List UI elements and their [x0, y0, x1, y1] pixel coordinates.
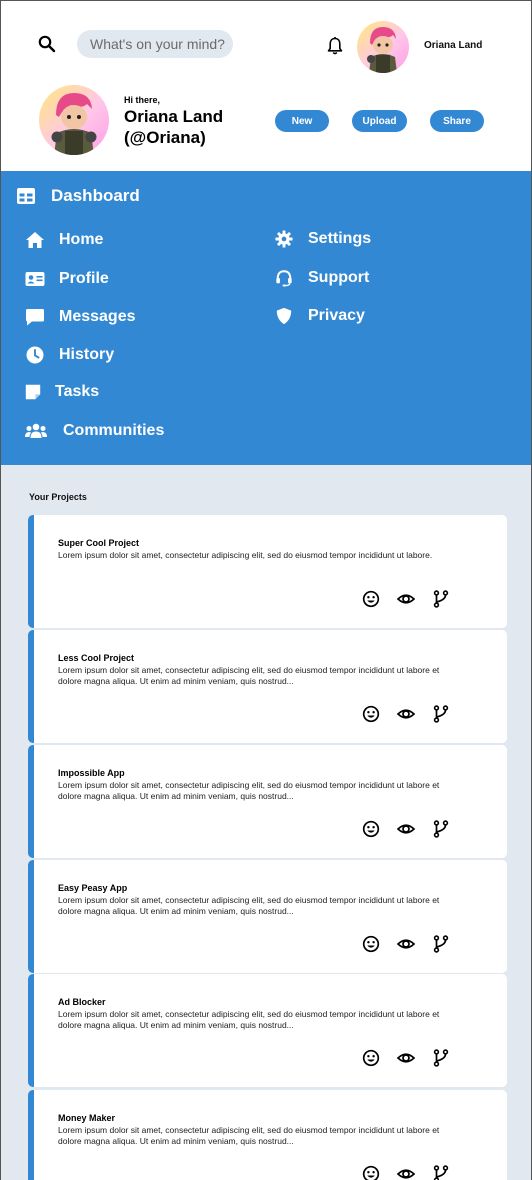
sidebar-item-label: Dashboard [51, 186, 140, 205]
project-actions [362, 1165, 467, 1180]
message-icon [26, 309, 44, 326]
project-title: Super Cool Project [58, 538, 140, 548]
project-card[interactable]: Impossible App Lorem ipsum dolor sit amet… [28, 745, 507, 858]
sidebar-item-home[interactable]: Home [25, 230, 103, 250]
sidebar-item-dashboard[interactable]: Dashboard [17, 186, 140, 206]
react-icon[interactable] [362, 705, 380, 723]
bell-icon[interactable] [326, 36, 344, 56]
project-title: Easy Peasy App [58, 883, 128, 893]
gear-icon [275, 230, 293, 248]
project-actions [362, 935, 467, 953]
eye-icon[interactable] [397, 820, 415, 838]
sidebar-item-label: Settings [308, 230, 372, 247]
sidebar-item-label: Communities [63, 422, 165, 439]
project-card[interactable]: Ad Blocker Lorem ipsum dolor sit amet, co… [28, 974, 507, 1087]
sticky-note-icon [25, 384, 41, 400]
sidebar-item-settings[interactable]: Settings [275, 230, 371, 248]
search-icon[interactable] [38, 35, 56, 53]
fork-icon[interactable] [432, 820, 450, 838]
sidebar-item-label: Home [59, 231, 104, 248]
project-actions [362, 590, 467, 608]
sidebar-nav: Dashboard Home Profile Messages History [1, 171, 531, 465]
home-icon [26, 232, 44, 248]
project-title: Impossible App [58, 768, 125, 778]
new-button[interactable]: New [275, 110, 329, 132]
eye-icon[interactable] [397, 935, 415, 953]
project-actions [362, 705, 467, 723]
project-card[interactable]: Less Cool Project Lorem ipsum dolor sit a… [28, 630, 507, 743]
sidebar-item-label: Profile [59, 270, 109, 287]
sidebar-item-history[interactable]: History [25, 345, 114, 365]
projects-heading: Your Projects [29, 492, 87, 502]
top-header: Oriana Land Hi there, Oriana Land (@Oria… [1, 1, 531, 171]
sidebar-item-tasks[interactable]: Tasks [25, 383, 99, 401]
project-description: Lorem ipsum dolor sit amet, consectetur … [58, 1125, 440, 1146]
avatar[interactable] [357, 21, 409, 73]
id-card-icon [25, 272, 45, 286]
project-description: Lorem ipsum dolor sit amet, consectetur … [58, 895, 440, 916]
sidebar-item-label: History [59, 346, 115, 363]
sidebar-item-label: Messages [59, 308, 136, 325]
react-icon[interactable] [362, 820, 380, 838]
profile-display-name: Oriana Land (@Oriana) [124, 107, 224, 147]
project-card[interactable]: Easy Peasy App Lorem ipsum dolor sit amet… [28, 860, 507, 973]
greeting-text: Hi there, [124, 95, 161, 105]
eye-icon[interactable] [397, 590, 415, 608]
upload-button[interactable]: Upload [352, 110, 407, 132]
fork-icon[interactable] [432, 705, 450, 723]
header-user-name: Oriana Land [424, 40, 483, 51]
react-icon[interactable] [362, 1049, 380, 1067]
project-actions [362, 820, 467, 838]
sidebar-item-label: Privacy [308, 307, 365, 324]
react-icon[interactable] [362, 1165, 380, 1180]
fork-icon[interactable] [432, 1165, 450, 1180]
fork-icon[interactable] [432, 1049, 450, 1067]
sidebar-item-messages[interactable]: Messages [25, 307, 136, 327]
sidebar-item-label: Support [308, 269, 370, 286]
shield-icon [276, 307, 292, 325]
sidebar-item-privacy[interactable]: Privacy [275, 307, 365, 325]
react-icon[interactable] [362, 935, 380, 953]
project-card[interactable]: Money Maker Lorem ipsum dolor sit amet, c… [28, 1090, 507, 1180]
project-title: Less Cool Project [58, 653, 135, 663]
project-actions [362, 1049, 467, 1067]
share-button[interactable]: Share [430, 110, 484, 132]
sidebar-item-support[interactable]: Support [275, 269, 369, 287]
project-title: Money Maker [58, 1113, 116, 1123]
eye-icon[interactable] [397, 1165, 415, 1180]
sidebar-item-profile[interactable]: Profile [25, 269, 109, 289]
project-description: Lorem ipsum dolor sit amet, consectetur … [58, 550, 433, 560]
profile-avatar [39, 85, 109, 155]
sidebar-item-label: Tasks [55, 383, 100, 400]
project-description: Lorem ipsum dolor sit amet, consectetur … [58, 665, 440, 686]
react-icon[interactable] [362, 590, 380, 608]
project-description: Lorem ipsum dolor sit amet, consectetur … [58, 1009, 440, 1030]
fork-icon[interactable] [432, 590, 450, 608]
dashboard-icon [17, 188, 35, 204]
headset-icon [276, 270, 292, 287]
project-title: Ad Blocker [58, 997, 106, 1007]
sidebar-item-communities[interactable]: Communities [25, 421, 164, 441]
search-input[interactable] [77, 30, 233, 58]
eye-icon[interactable] [397, 705, 415, 723]
eye-icon[interactable] [397, 1049, 415, 1067]
project-card[interactable]: Super Cool Project Lorem ipsum dolor sit … [28, 515, 507, 628]
users-icon [25, 423, 47, 438]
project-description: Lorem ipsum dolor sit amet, consectetur … [58, 780, 440, 801]
clock-icon [26, 346, 44, 364]
fork-icon[interactable] [432, 935, 450, 953]
